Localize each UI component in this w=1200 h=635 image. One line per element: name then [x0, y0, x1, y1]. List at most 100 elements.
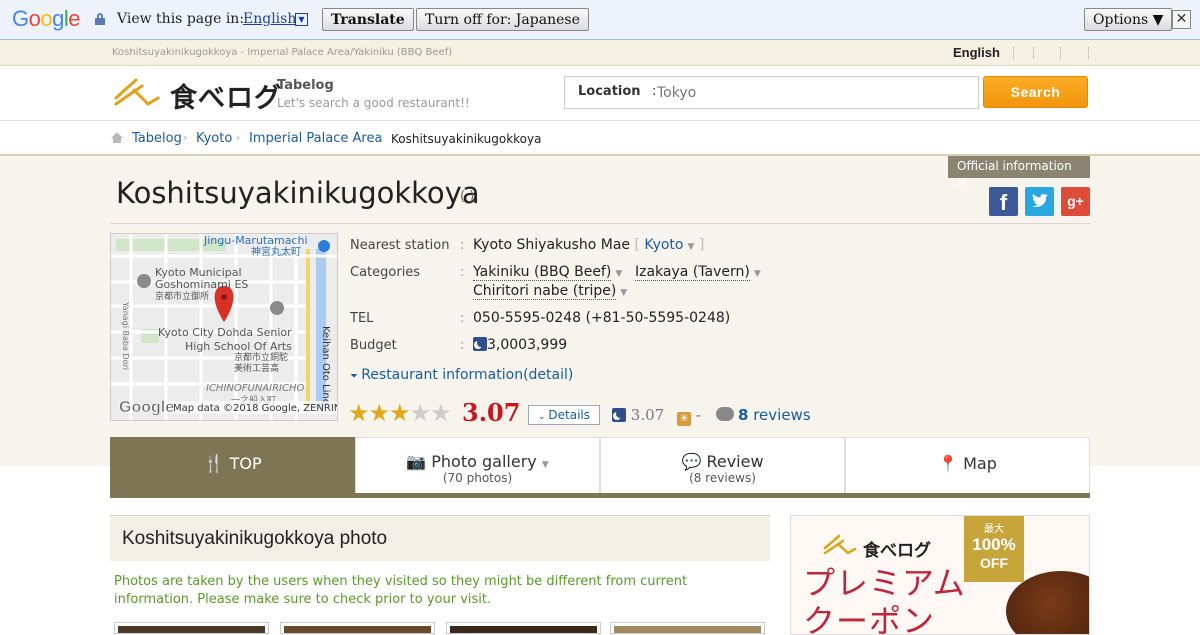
map-label: Kyoto City Dohda Senior [158, 326, 292, 339]
lunch-score-value: - [695, 406, 702, 424]
breadcrumb-current: Koshitsuyakinikugokkoya [391, 132, 542, 146]
reviews-link[interactable]: 8 reviews [716, 406, 811, 424]
tab-photo-gallery[interactable]: 📷 Photo gallery ▼ (70 photos) [355, 437, 600, 493]
colon: : [460, 265, 465, 280]
category-label[interactable]: Chiritori nabe (tripe) [473, 283, 617, 300]
chopsticks-logo-icon[interactable] [112, 76, 164, 108]
discount-badge: 最大 100% OFF [964, 516, 1024, 582]
official-info-badge[interactable]: Official information ▤ [948, 156, 1090, 187]
tel-value[interactable]: 050-5595-0248 (+81-50-5595-0248) [473, 310, 730, 326]
restaurant-info-link[interactable]: ⏷ Restaurant information(detail) [350, 367, 573, 383]
colon: : [460, 311, 465, 326]
lock-icon [95, 13, 105, 25]
chevron-down-icon[interactable]: ▼ [615, 269, 622, 279]
twitter-icon[interactable] [1025, 187, 1054, 216]
chevron-down-icon: ⏷ [350, 371, 362, 382]
language-switch[interactable]: English [953, 45, 1000, 60]
map-label: 神宮丸太町 [251, 245, 301, 258]
google-plus-icon[interactable]: g+ [1061, 187, 1090, 216]
breadcrumb-kyoto[interactable]: Kyoto [196, 131, 232, 146]
document-icon: ▤ [957, 177, 966, 187]
dinner-score: 3.07 [612, 406, 664, 424]
station-name: Kyoto Shiyakusho Mae [473, 237, 631, 253]
map-label: Keihan Oto Line [320, 326, 331, 405]
details-label: Details [548, 408, 590, 422]
map-label: ICHINOFUNAIRICHO [206, 383, 304, 394]
sun-icon: ☀ [677, 412, 691, 426]
map-attribution: Map data ©2018 Google, ZENRIN [173, 403, 338, 414]
chevron-down-icon[interactable]: ▼ [295, 13, 308, 26]
review-count[interactable]: 8 [738, 406, 748, 424]
tab-top[interactable]: 🍴 TOP [110, 437, 355, 493]
map-label: 京都市立御所 [155, 290, 209, 302]
location-input[interactable] [657, 83, 957, 103]
chevron-down-icon[interactable]: ▼ [754, 269, 761, 279]
home-icon[interactable] [110, 131, 124, 144]
chevron-right-icon: › [183, 131, 188, 144]
badge-off: OFF [980, 555, 1008, 571]
google-logo: Google [12, 6, 81, 31]
chevron-down-icon[interactable]: ▼ [620, 288, 627, 298]
facebook-icon[interactable]: f [989, 187, 1018, 216]
bracket: ] [694, 237, 705, 253]
tab-label: Review [706, 452, 764, 471]
category-item[interactable]: Yakiniku (BBQ Beef) ▼ [473, 264, 622, 281]
search-button[interactable]: Search [983, 76, 1088, 108]
details-button[interactable]: ⌄ Details [528, 405, 600, 425]
category-label[interactable]: Yakiniku (BBQ Beef) [473, 264, 612, 281]
star-icon: ★ [389, 399, 410, 427]
star-icon: ★ [348, 399, 369, 427]
close-icon[interactable]: ✕ [1172, 10, 1191, 29]
restaurant-info-label[interactable]: Restaurant information(detail) [361, 367, 573, 383]
divider [1088, 47, 1089, 59]
map-label: High School Of Arts [185, 340, 292, 353]
chevron-right-icon: › [236, 131, 241, 144]
breadcrumb-tabelog[interactable]: Tabelog [132, 131, 182, 146]
ad-logo-text: 食べログ [863, 541, 931, 561]
restaurant-alt-name: ( ) [460, 189, 475, 204]
location-colon: : [652, 84, 657, 99]
photo-note: Photos are taken by the users when they … [114, 574, 688, 607]
star-empty-icon: ★ [430, 399, 451, 427]
map-label: 京都市立銅駝 [234, 351, 288, 363]
station-value: Kyoto Shiyakusho Mae [ Kyoto ▼ ] [473, 237, 704, 253]
location-map[interactable]: Jingu-Marutamachi 神宮丸太町 Kyoto Municipal … [110, 233, 338, 421]
top-crumb: Koshitsuyakinikugokkoya - Imperial Palac… [112, 47, 453, 58]
options-button[interactable]: Options ▼ [1084, 8, 1173, 31]
breadcrumb-area[interactable]: Imperial Palace Area [249, 131, 382, 146]
colon: : [460, 238, 465, 253]
translate-button[interactable]: Translate [322, 8, 414, 31]
chopsticks-logo-icon [823, 534, 857, 555]
tab-review[interactable]: 💬 Review (8 reviews) [600, 437, 845, 493]
lunch-score: ☀ - [677, 406, 701, 426]
category-item[interactable]: Chiritori nabe (tripe) ▼ [473, 283, 627, 300]
photo-thumbnail[interactable] [610, 622, 765, 634]
categories-label: Categories [350, 265, 421, 280]
category-label[interactable]: Izakaya (Tavern) [635, 264, 750, 281]
tab-label: Map [963, 454, 997, 473]
location-search-box[interactable]: Location : [564, 76, 979, 109]
premium-coupon-ad[interactable]: 食べログ 最大 100% OFF プレミアム クーポン [790, 515, 1090, 635]
official-info-label: Official information [957, 159, 1072, 173]
bracket: [ [634, 237, 645, 253]
photo-section-header: Koshitsuyakinikugokkoya photo [110, 515, 770, 561]
map-label: 美術工芸高 [234, 362, 279, 374]
site-name: Tabelog [277, 78, 334, 93]
photo-thumbnail[interactable] [114, 622, 269, 634]
station-area-link[interactable]: Kyoto [644, 237, 683, 253]
dinner-score-value: 3.07 [630, 406, 665, 424]
site-logo-text[interactable]: 食べログ [170, 76, 282, 115]
photo-thumbnail[interactable] [280, 622, 435, 634]
chevron-down-icon[interactable]: ▼ [542, 460, 549, 470]
star-empty-icon: ★ [409, 399, 431, 427]
category-item[interactable]: Izakaya (Tavern) ▼ [635, 264, 761, 281]
language-select[interactable]: English [243, 11, 296, 27]
turn-off-button[interactable]: Turn off for: Japanese [416, 8, 589, 31]
fork-knife-icon: 🍴 [203, 454, 225, 474]
tab-map[interactable]: 📍 Map [845, 437, 1090, 493]
photo-thumbnail[interactable] [446, 622, 601, 634]
badge-top: 最大 [984, 524, 1004, 535]
map-label: Jingu-Marutamachi [203, 234, 308, 247]
review-label[interactable]: reviews [753, 406, 810, 424]
tab-sublabel: (8 reviews) [689, 471, 756, 485]
